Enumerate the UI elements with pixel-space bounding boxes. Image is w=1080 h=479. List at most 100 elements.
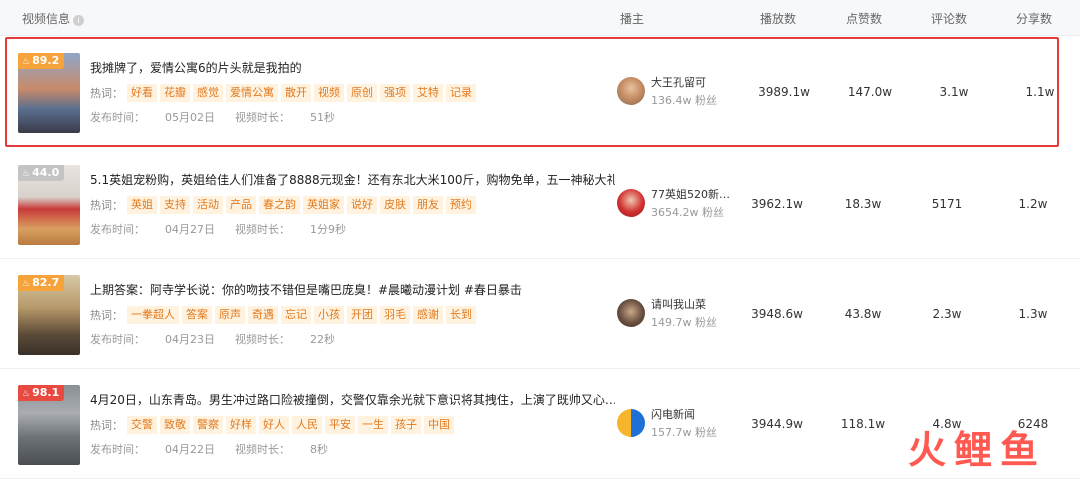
video-thumbnail[interactable]: ♨ 44.0 [18, 165, 80, 245]
hot-word-tag[interactable]: 小孩 [314, 305, 344, 324]
hot-word-tag[interactable]: 羽毛 [380, 305, 410, 324]
hot-word-tag[interactable]: 散开 [281, 83, 311, 102]
hot-words: 热词： 一拳超人 答案 原声 奇遇 忘记 小孩 开团 羽毛 感谢 长到 [90, 304, 479, 324]
video-duration: 视频时长： 8秒 [235, 443, 328, 456]
hot-word-tag[interactable]: 人民 [292, 415, 322, 434]
hot-word-tag[interactable]: 好看 [127, 83, 157, 102]
hot-word-tag[interactable]: 好样 [226, 415, 256, 434]
hot-words-label: 热词： [90, 198, 123, 212]
hot-word-tag[interactable]: 英姐家 [303, 195, 344, 214]
video-thumbnail[interactable]: ♨ 89.2 [18, 53, 80, 133]
video-title[interactable]: 我摊牌了，爱情公寓6的片头就是我拍的 [90, 59, 302, 76]
publish-time: 发布时间： 04月22日 [90, 443, 215, 456]
hot-word-tag[interactable]: 记录 [446, 83, 476, 102]
column-video-info-label: 视频信息 [22, 12, 71, 26]
video-thumbnail[interactable]: ♨ 98.1 [18, 385, 80, 465]
author-fans: 149.7w 粉丝 [651, 316, 717, 329]
watermark-logo: 火鲤鱼 [908, 428, 1047, 472]
hot-word-tag[interactable]: 平安 [325, 415, 355, 434]
hot-word-tag[interactable]: 朋友 [413, 195, 443, 214]
video-meta: 发布时间： 04月27日 视频时长： 1分9秒 [90, 221, 346, 237]
like-count: 43.8w [844, 307, 882, 321]
video-meta: 发布时间： 05月02日 视频时长： 51秒 [90, 109, 335, 125]
hot-words-label: 热词： [90, 86, 123, 100]
table-row[interactable]: ♨ 44.0 5.1英姐宠粉购，英姐给佳人们准备了8888元现金！还有东北大米10… [0, 149, 1080, 259]
table-header: 视频信息 i 播主 播放数 点赞数 评论数 分享数 [0, 0, 1080, 36]
video-title[interactable]: 上期答案：阿寺学长说：你的吻技不错但是嘴巴庞臭！#晨曦动漫计划 #春日暴击 [90, 281, 522, 298]
hot-word-tag[interactable]: 产品 [226, 195, 256, 214]
author-name[interactable]: 请叫我山菜 [651, 296, 706, 312]
score-badge: ♨ 82.7 [18, 275, 65, 291]
hot-word-tag[interactable]: 忘记 [281, 305, 311, 324]
hot-words-label: 热词： [90, 308, 123, 322]
table-row[interactable]: ♨ 89.2 我摊牌了，爱情公寓6的片头就是我拍的 热词： 好看 花瓣 感觉 爱情公寓 散开… [5, 37, 1059, 147]
hot-word-tag[interactable]: 说好 [347, 195, 377, 214]
hot-words: 热词： 英姐 支持 活动 产品 春之韵 英姐家 说好 皮肤 朋友 预约 [90, 194, 479, 214]
hot-word-tag[interactable]: 春之韵 [259, 195, 300, 214]
author-name[interactable]: 77英姐520新品… [651, 186, 739, 202]
video-title[interactable]: 5.1英姐宠粉购，英姐给佳人们准备了8888元现金！还有东北大米100斤，购物免… [90, 171, 615, 188]
table-row[interactable]: ♨ 82.7 上期答案：阿寺学长说：你的吻技不错但是嘴巴庞臭！#晨曦动漫计划 #春… [0, 259, 1080, 369]
hot-word-tag[interactable]: 视频 [314, 83, 344, 102]
video-thumbnail[interactable]: ♨ 82.7 [18, 275, 80, 355]
video-duration: 视频时长： 51秒 [235, 111, 335, 124]
hot-word-tag[interactable]: 活动 [193, 195, 223, 214]
flame-icon: ♨ [22, 389, 31, 399]
share-count: 1.1w [1025, 85, 1055, 99]
hot-word-tag[interactable]: 好人 [259, 415, 289, 434]
video-title[interactable]: 4月20日，山东青岛。男生冲过路口险被撞倒，交警仅靠余光就下意识将其拽住，上演了… [90, 391, 615, 408]
share-count: 1.2w [1018, 197, 1048, 211]
column-likes[interactable]: 点赞数 [846, 10, 882, 27]
column-plays[interactable]: 播放数 [760, 10, 796, 27]
hot-word-tag[interactable]: 原声 [215, 305, 245, 324]
hot-word-tag[interactable]: 皮肤 [380, 195, 410, 214]
hot-word-tag[interactable]: 一拳超人 [127, 305, 179, 324]
hot-word-tag[interactable]: 原创 [347, 83, 377, 102]
avatar[interactable] [617, 299, 645, 327]
info-icon[interactable]: i [73, 15, 85, 26]
publish-time: 发布时间： 04月23日 [90, 333, 215, 346]
video-meta: 发布时间： 04月22日 视频时长： 8秒 [90, 441, 328, 457]
hot-word-tag[interactable]: 奇遇 [248, 305, 278, 324]
column-video-info: 视频信息 i [22, 10, 85, 27]
hot-word-tag[interactable]: 感谢 [413, 305, 443, 324]
column-author: 播主 [620, 12, 645, 26]
author-fans: 157.7w 粉丝 [651, 426, 717, 439]
video-duration: 视频时长： 1分9秒 [235, 223, 346, 236]
avatar[interactable] [617, 409, 645, 437]
hot-word-tag[interactable]: 英姐 [127, 195, 157, 214]
hot-word-tag[interactable]: 花瓣 [160, 83, 190, 102]
hot-word-tag[interactable]: 交警 [127, 415, 157, 434]
column-shares[interactable]: 分享数 [1016, 10, 1052, 27]
column-comments[interactable]: 评论数 [931, 10, 967, 27]
video-duration: 视频时长： 22秒 [235, 333, 335, 346]
publish-time: 发布时间： 04月27日 [90, 223, 215, 236]
hot-word-tag[interactable]: 长到 [446, 305, 476, 324]
hot-words-label: 热词： [90, 418, 123, 432]
comment-count: 2.3w [932, 307, 962, 321]
avatar[interactable] [617, 77, 645, 105]
hot-word-tag[interactable]: 答案 [182, 305, 212, 324]
hot-word-tag[interactable]: 中国 [424, 415, 454, 434]
hot-word-tag[interactable]: 致敬 [160, 415, 190, 434]
author-name[interactable]: 大王孔留可 [651, 74, 706, 90]
hot-word-tag[interactable]: 感觉 [193, 83, 223, 102]
play-count: 3948.6w [751, 307, 803, 321]
hot-word-tag[interactable]: 支持 [160, 195, 190, 214]
hot-word-tag[interactable]: 孩子 [391, 415, 421, 434]
avatar[interactable] [617, 189, 645, 217]
hot-word-tag[interactable]: 爱情公寓 [226, 83, 278, 102]
hot-word-tag[interactable]: 一生 [358, 415, 388, 434]
play-count: 3944.9w [751, 417, 803, 431]
hot-word-tag[interactable]: 预约 [446, 195, 476, 214]
hot-word-tag[interactable]: 强项 [380, 83, 410, 102]
hot-word-tag[interactable]: 开团 [347, 305, 377, 324]
share-count: 1.3w [1018, 307, 1048, 321]
author-name[interactable]: 闪电新闻 [651, 406, 695, 422]
hot-word-tag[interactable]: 艾特 [413, 83, 443, 102]
score-badge: ♨ 44.0 [18, 165, 65, 181]
comment-count: 3.1w [939, 85, 969, 99]
score-badge: ♨ 89.2 [18, 53, 65, 69]
author-fans: 136.4w 粉丝 [651, 94, 717, 107]
hot-word-tag[interactable]: 警察 [193, 415, 223, 434]
